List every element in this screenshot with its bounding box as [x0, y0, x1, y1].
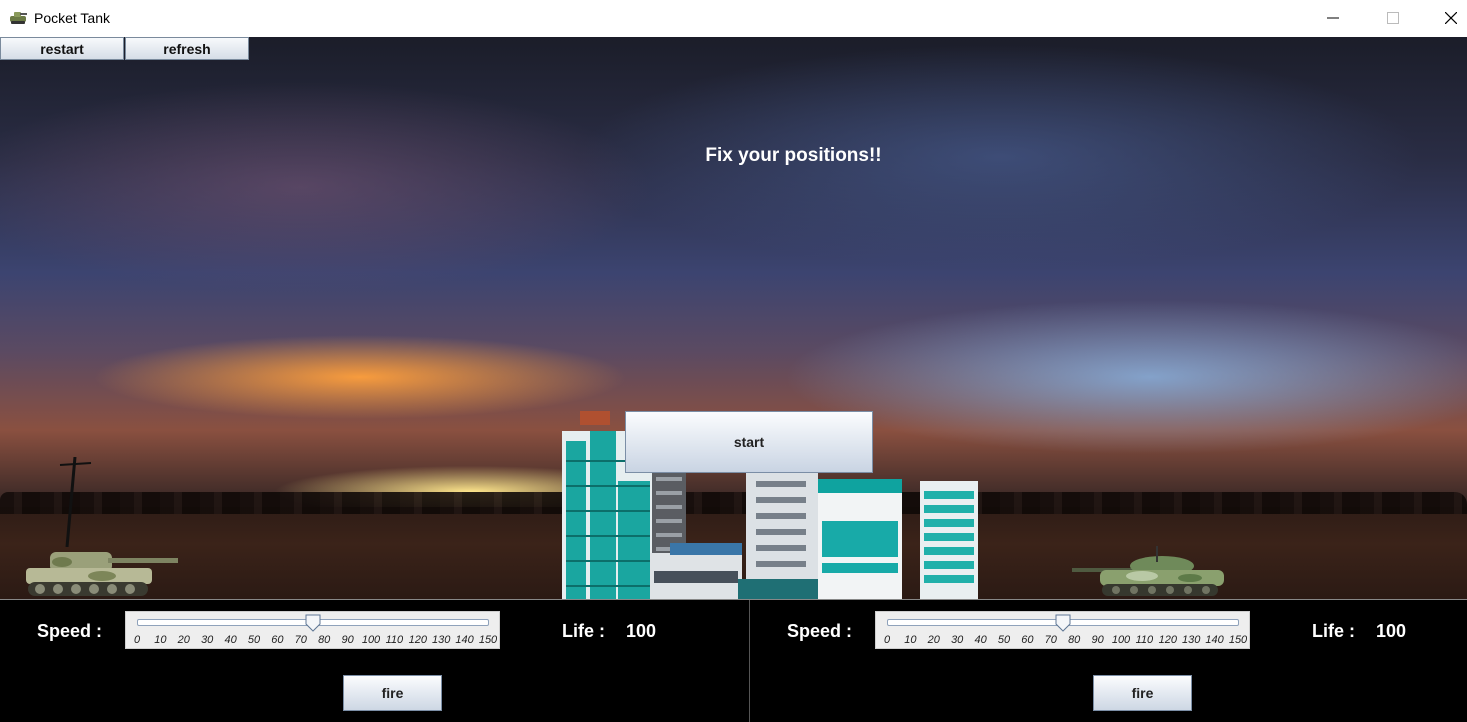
refresh-button[interactable]: refresh — [125, 37, 249, 60]
slider-tick-label: 120 — [408, 634, 427, 646]
slider-tick-label: 150 — [1228, 634, 1248, 646]
player1-speed-label: Speed : — [37, 621, 103, 641]
slider-tick-label: 50 — [247, 634, 261, 646]
slider-tick-label: 130 — [1182, 634, 1201, 646]
slider-tick-label: 20 — [177, 634, 190, 646]
slider-tick-label: 70 — [1044, 634, 1057, 646]
close-button[interactable] — [1428, 0, 1467, 36]
player1-life-label: Life : — [562, 621, 605, 641]
window-title: Pocket Tank — [34, 10, 111, 26]
tank-app-icon — [10, 12, 27, 24]
player1-fire-button[interactable]: fire — [343, 675, 442, 711]
slider-tick-label: 90 — [341, 634, 354, 646]
slider-tick-label: 40 — [974, 634, 987, 646]
maximize-icon — [1387, 12, 1399, 24]
slider-tick-label: 20 — [927, 634, 940, 646]
player1-tank[interactable] — [22, 542, 180, 599]
slider-tick-label: 40 — [224, 634, 237, 646]
close-icon — [1445, 12, 1457, 24]
slider-tick-label: 100 — [361, 634, 381, 646]
slider-tick-label: 80 — [1068, 634, 1081, 646]
player2-tank[interactable] — [1072, 542, 1228, 599]
slider-thumb[interactable] — [1055, 614, 1071, 632]
slider-tick-label: 120 — [1158, 634, 1177, 646]
restart-button[interactable]: restart — [0, 37, 124, 60]
slider-tick-labels: 0 10 20 30 40 50 60 70 80 90 100 110 120 130 140 150 — [876, 634, 1251, 648]
start-button[interactable]: start — [625, 411, 873, 473]
slider-tick-label: 80 — [318, 634, 331, 646]
slider-tick-label: 30 — [201, 634, 214, 646]
player2-life-label: Life : — [1312, 621, 1355, 641]
player1-controls: Speed : 0 10 20 30 40 50 60 70 80 90 100 110 120 130 1… — [0, 600, 749, 722]
player2-fire-button[interactable]: fire — [1093, 675, 1192, 711]
player2-controls: Speed : 0 10 20 30 40 50 60 70 80 90 100 110 120 130 1… — [750, 600, 1467, 722]
slider-tick-label: 110 — [385, 634, 404, 646]
player2-speed-slider[interactable]: 0 10 20 30 40 50 60 70 80 90 100 110 120 130 140 150 — [875, 611, 1250, 649]
slider-thumb[interactable] — [305, 614, 321, 632]
slider-tick-labels: 0 10 20 30 40 50 60 70 80 90 100 110 120 130 140 150 — [126, 634, 501, 648]
player1-speed-slider[interactable]: 0 10 20 30 40 50 60 70 80 90 100 110 120 130 140 150 — [125, 611, 500, 649]
slider-tick-label: 70 — [294, 634, 307, 646]
maximize-button[interactable] — [1370, 0, 1416, 36]
slider-tick-label: 140 — [1205, 634, 1224, 646]
game-scene[interactable]: restart refresh Fix your positions!! sta… — [0, 37, 1467, 599]
power-pole — [59, 457, 92, 547]
slider-tick-label: 50 — [997, 634, 1011, 646]
slider-tick-label: 10 — [904, 634, 917, 646]
player2-life-value: 100 — [1376, 621, 1407, 641]
slider-tick-label: 60 — [271, 634, 284, 646]
slider-tick-label: 100 — [1111, 634, 1131, 646]
slider-tick-label: 60 — [1021, 634, 1034, 646]
slider-tick-label: 130 — [432, 634, 451, 646]
slider-tick-label: 140 — [455, 634, 474, 646]
minimize-button[interactable] — [1310, 0, 1356, 36]
slider-tick-label: 0 — [133, 634, 141, 646]
title-bar: Pocket Tank — [0, 0, 1467, 37]
slider-tick-label: 110 — [1135, 634, 1154, 646]
slider-tick-label: 30 — [951, 634, 964, 646]
slider-tick-label: 150 — [478, 634, 498, 646]
player2-speed-label: Speed : — [787, 621, 853, 641]
slider-tick-label: 10 — [154, 634, 167, 646]
player1-life-value: 100 — [626, 621, 657, 641]
status-message: Fix your positions!! — [705, 145, 882, 166]
minimize-icon — [1327, 17, 1339, 19]
slider-tick-label: 90 — [1091, 634, 1104, 646]
control-panel: Speed : 0 10 20 30 40 50 60 70 80 90 100 110 120 130 1… — [0, 599, 1467, 722]
slider-tick-label: 0 — [883, 634, 891, 646]
